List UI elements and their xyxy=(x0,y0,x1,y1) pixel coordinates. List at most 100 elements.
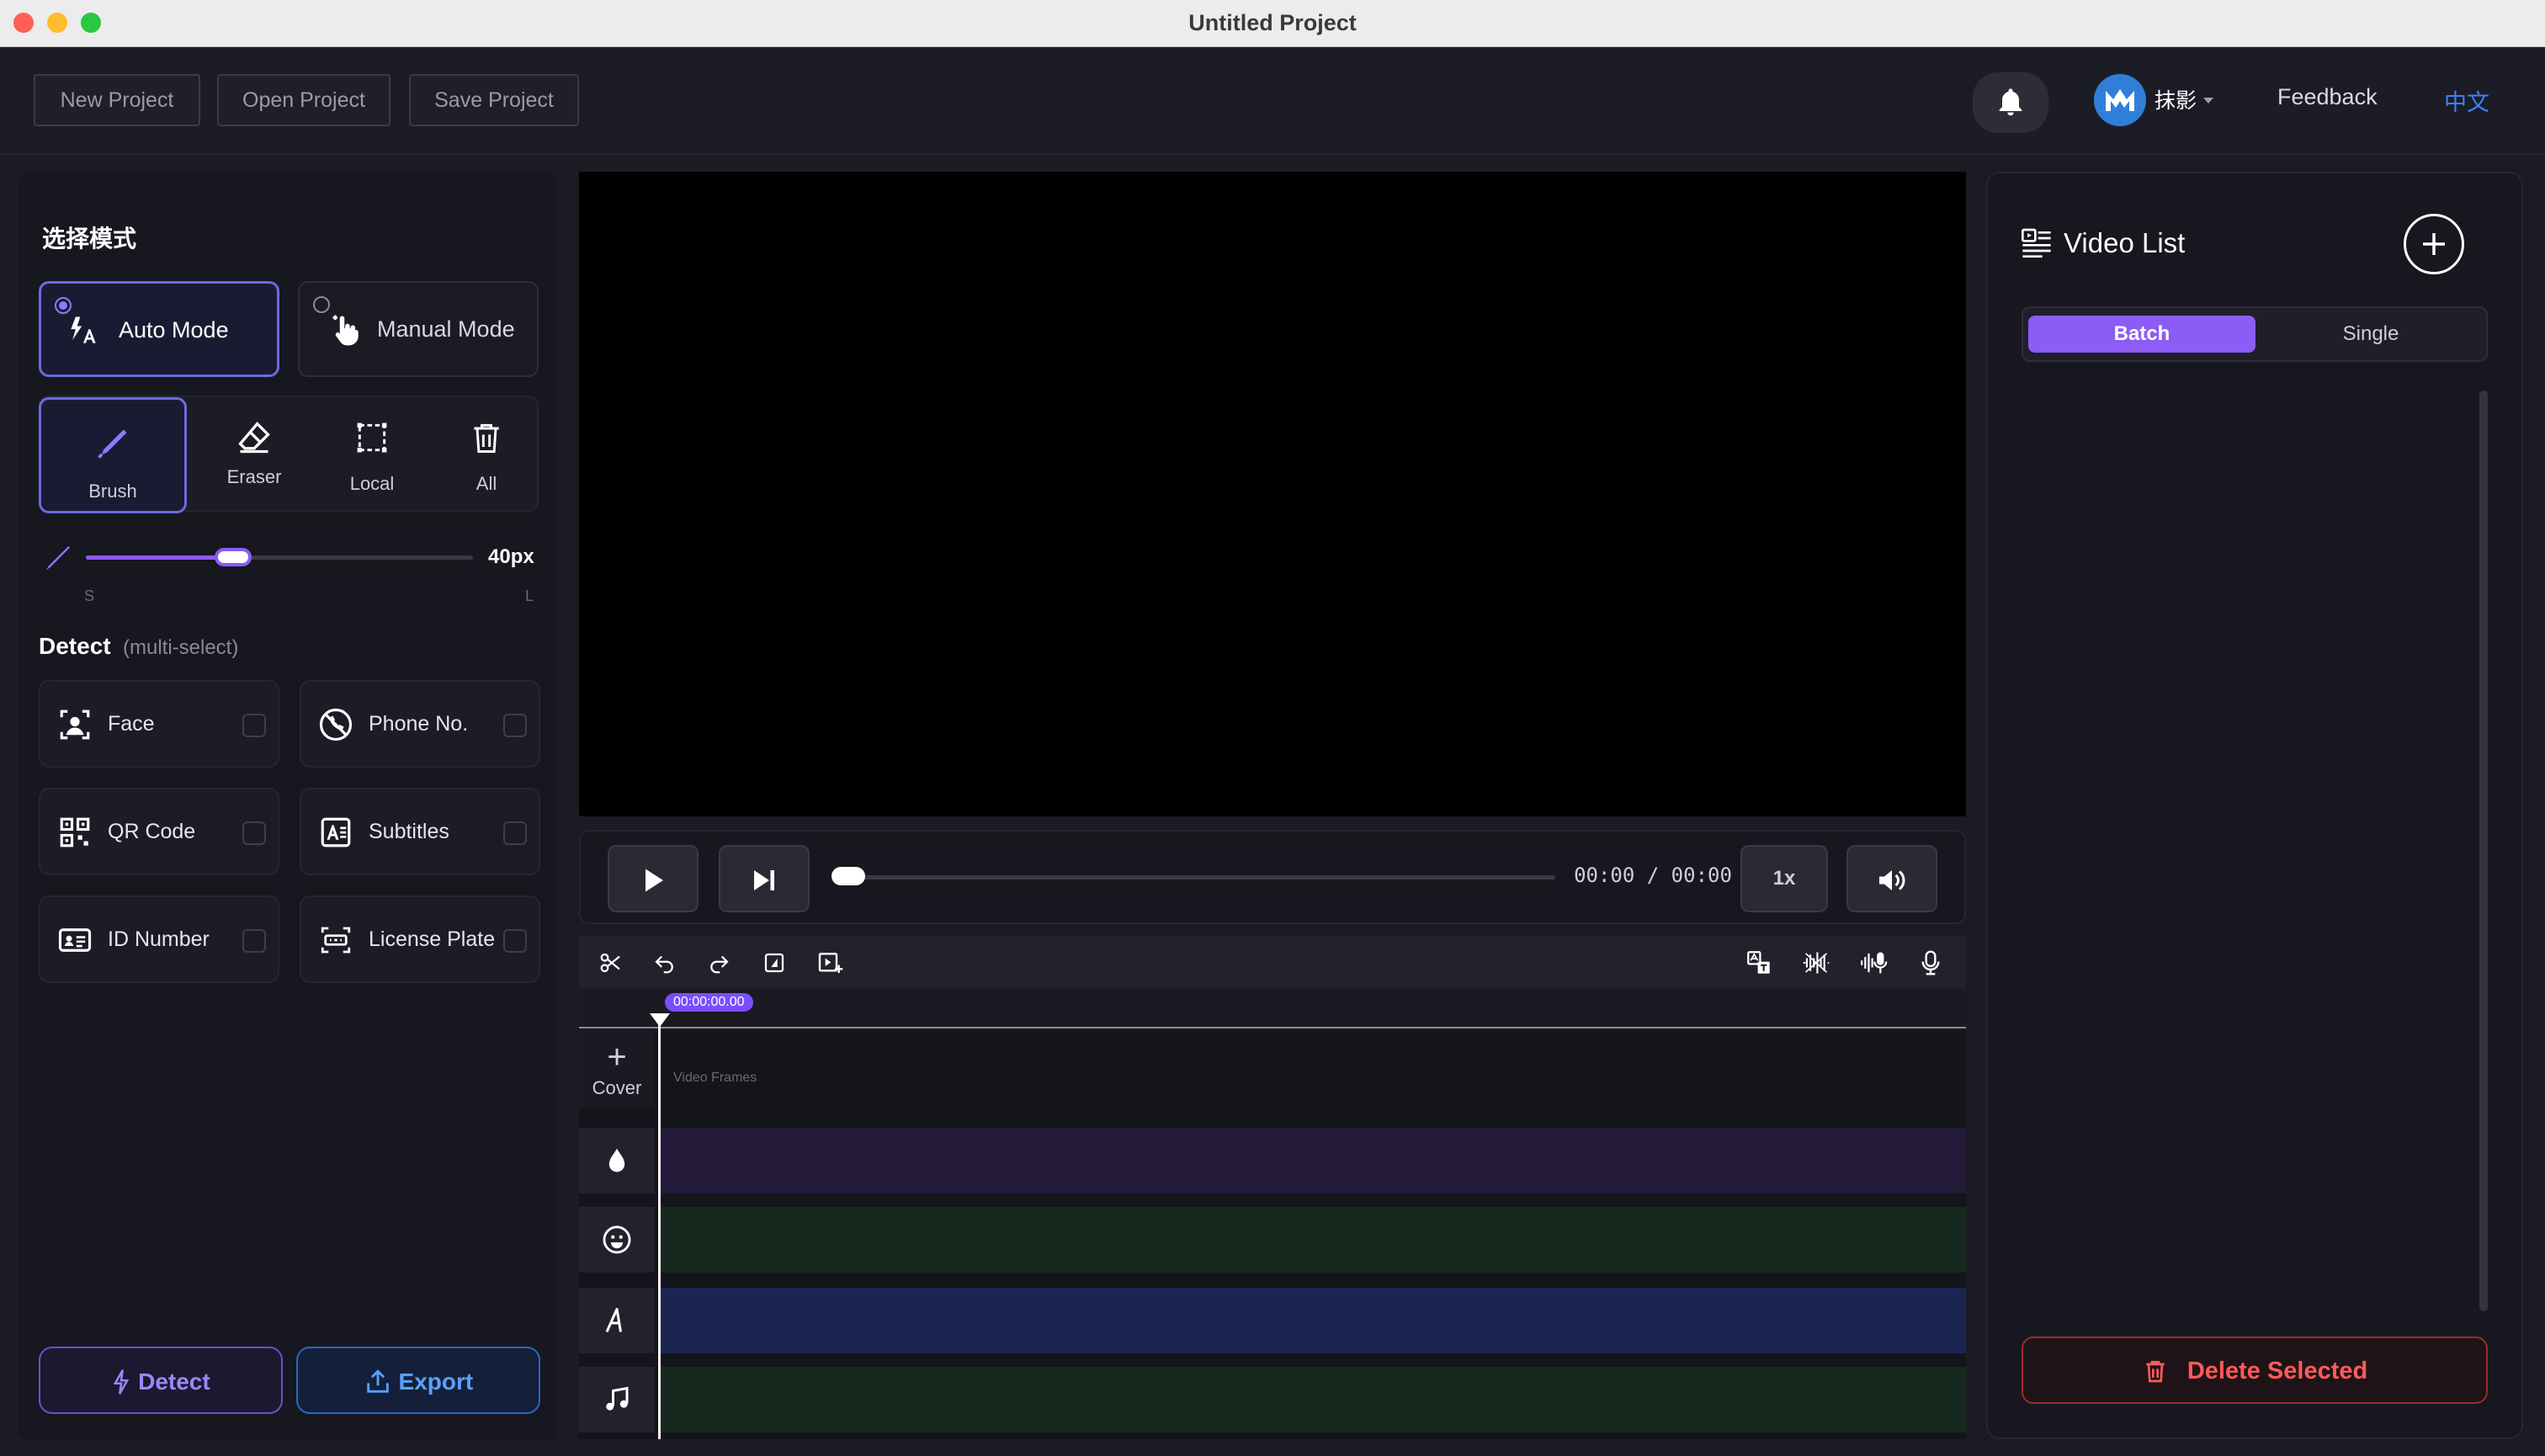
volume-icon xyxy=(1879,870,1905,890)
player-controls: 00:00 / 00:00 1x xyxy=(579,830,1966,924)
auto-mode-radio[interactable] xyxy=(55,297,72,314)
playback-progress-bar[interactable] xyxy=(832,875,1555,879)
timeline-ruler[interactable] xyxy=(579,990,1966,1028)
avatar[interactable] xyxy=(2094,74,2146,126)
detect-option-label: Subtitles xyxy=(369,820,449,843)
manual-mode-radio[interactable] xyxy=(313,296,330,313)
brush-icon xyxy=(94,425,131,462)
add-clip-button[interactable] xyxy=(811,944,848,981)
all-tool[interactable]: All xyxy=(433,397,540,513)
all-tool-label: All xyxy=(476,473,497,494)
notifications-button[interactable] xyxy=(1973,72,2048,133)
bell-icon xyxy=(1999,88,2022,116)
undo-button[interactable] xyxy=(646,944,683,981)
brush-size-slider-fill xyxy=(86,555,233,560)
feedback-link[interactable]: Feedback xyxy=(2277,84,2378,110)
playback-speed-button[interactable]: 1x xyxy=(1740,845,1828,912)
manual-mode-option[interactable]: Manual Mode xyxy=(298,281,539,377)
noise-removal-button[interactable] xyxy=(1798,944,1835,981)
tool-group: Brush Eraser Local All xyxy=(39,396,540,513)
music-track-header[interactable] xyxy=(579,1367,655,1432)
detect-option-checkbox[interactable] xyxy=(503,821,527,845)
delete-selected-button[interactable]: Delete Selected xyxy=(2022,1336,2488,1404)
playback-progress-thumb[interactable] xyxy=(832,867,865,885)
detect-option-checkbox[interactable] xyxy=(242,821,266,845)
auto-mode-option[interactable]: Auto Mode xyxy=(39,281,279,377)
translate-button[interactable] xyxy=(1740,944,1777,981)
new-project-button[interactable]: New Project xyxy=(34,74,200,126)
next-frame-button[interactable] xyxy=(719,845,810,912)
brush-size-icon xyxy=(40,542,74,576)
timeline-tracks: + Cover Video Frames xyxy=(579,1030,1966,1439)
detect-option-subtitles[interactable]: Subtitles xyxy=(300,788,540,875)
manual-mode-label: Manual Mode xyxy=(377,316,515,342)
video-preview[interactable] xyxy=(579,172,1966,816)
language-switch[interactable]: 中文 xyxy=(2444,84,2489,117)
upload-icon xyxy=(364,1368,392,1396)
play-icon xyxy=(646,869,663,892)
export-button[interactable]: Export xyxy=(296,1347,540,1414)
brush-tool-label: Brush xyxy=(88,481,137,502)
music-track-lane[interactable] xyxy=(658,1367,1966,1432)
voice-waveform-icon xyxy=(1861,952,1888,974)
delete-selected-label: Delete Selected xyxy=(2186,1358,2368,1385)
detect-option-face[interactable]: Face xyxy=(39,680,279,768)
detect-option-label: QR Code xyxy=(108,820,196,843)
microphone-icon xyxy=(1921,950,1940,975)
detect-option-qr-code[interactable]: QR Code xyxy=(39,788,279,875)
volume-button[interactable] xyxy=(1846,845,1937,912)
mosaic-track-lane[interactable] xyxy=(658,1128,1966,1193)
eraser-icon xyxy=(236,419,273,456)
skip-forward-icon xyxy=(754,870,774,890)
detect-button[interactable]: Detect xyxy=(39,1347,283,1414)
detect-option-phone[interactable]: Phone No. xyxy=(300,680,540,768)
tab-single[interactable]: Single xyxy=(2257,316,2484,353)
brush-tool[interactable]: Brush xyxy=(39,397,187,513)
tab-batch[interactable]: Batch xyxy=(2028,316,2255,353)
brush-size-min-label: S xyxy=(84,587,95,604)
video-list-scrollbar[interactable] xyxy=(2479,391,2488,1311)
auto-mode-label: Auto Mode xyxy=(119,317,229,343)
brush-size-slider[interactable] xyxy=(86,548,473,566)
local-tool[interactable]: Local xyxy=(318,397,426,513)
voice-enhance-button[interactable] xyxy=(1855,944,1892,981)
detect-option-checkbox[interactable] xyxy=(503,714,527,737)
play-button[interactable] xyxy=(608,845,699,912)
eraser-tool-label: Eraser xyxy=(226,466,282,487)
crop-frame-button[interactable] xyxy=(756,944,793,981)
detect-option-checkbox[interactable] xyxy=(242,929,266,953)
cover-button[interactable]: + Cover xyxy=(579,1030,655,1108)
scissors-icon xyxy=(600,953,620,973)
trash-icon xyxy=(2142,1358,2169,1384)
translate-icon xyxy=(1747,951,1770,974)
brush-size-slider-thumb[interactable] xyxy=(214,548,252,566)
undo-icon xyxy=(655,955,673,974)
window-title: Untitled Project xyxy=(1188,10,1357,35)
save-project-button[interactable]: Save Project xyxy=(409,74,579,126)
mosaic-track-header[interactable] xyxy=(579,1128,655,1193)
sticker-track-lane[interactable] xyxy=(658,1207,1966,1273)
detect-option-checkbox[interactable] xyxy=(242,714,266,737)
eraser-tool[interactable]: Eraser xyxy=(200,397,308,513)
trash-icon xyxy=(468,419,505,456)
playhead-line[interactable] xyxy=(658,1015,661,1439)
mode-section-title: 选择模式 xyxy=(42,226,137,252)
id-card-icon xyxy=(57,922,93,958)
open-project-button[interactable]: Open Project xyxy=(217,74,391,126)
cut-button[interactable] xyxy=(592,944,630,981)
sticker-track-header[interactable] xyxy=(579,1207,655,1273)
text-track-header[interactable] xyxy=(579,1288,655,1353)
record-voice-button[interactable] xyxy=(1912,944,1949,981)
detect-option-license-plate[interactable]: License Plate xyxy=(300,895,540,983)
detect-option-id-number[interactable]: ID Number xyxy=(39,895,279,983)
text-track-lane[interactable] xyxy=(658,1288,1966,1353)
add-video-button[interactable] xyxy=(2404,214,2464,274)
detect-option-checkbox[interactable] xyxy=(503,929,527,953)
redo-button[interactable] xyxy=(700,944,737,981)
droplet-icon xyxy=(608,1148,625,1172)
user-menu-chevron-down-icon[interactable] xyxy=(2203,98,2213,104)
lightning-icon xyxy=(111,1368,131,1395)
crop-frame-icon xyxy=(764,953,784,973)
emoji-icon xyxy=(603,1225,631,1254)
username[interactable]: 抹影 xyxy=(2154,84,2197,114)
